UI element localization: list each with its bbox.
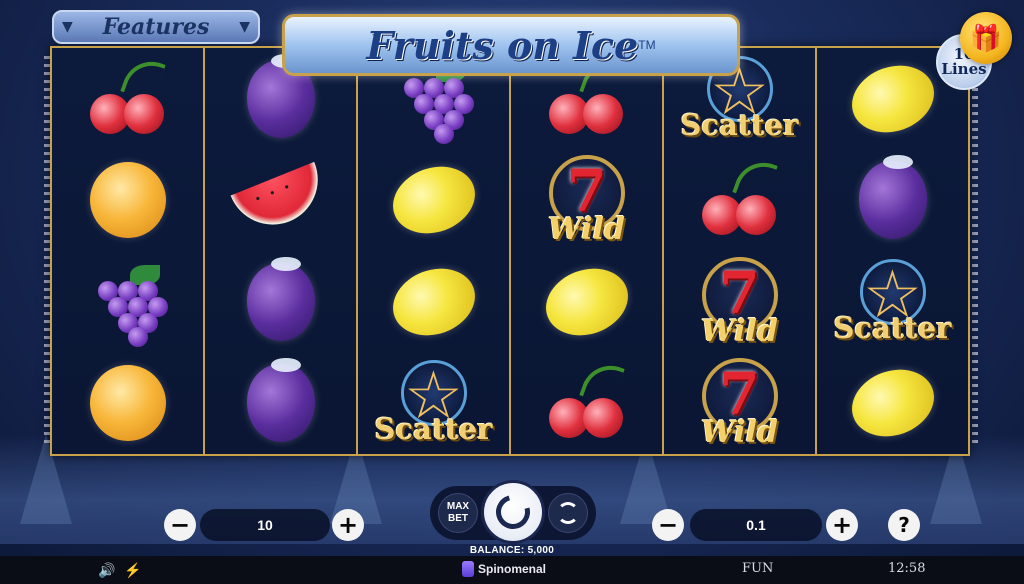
reel-cell [205,150,356,252]
help-button[interactable]: ? [888,509,920,541]
seven-wild-symbol: 7 Wild [701,358,778,451]
game-title: Fruits on Ice [366,22,639,68]
reel-cell: 7 Wild [664,251,815,353]
max-bet-label-line2: BET [447,513,468,524]
spin-button[interactable] [481,480,545,544]
play-mode: FUN [742,561,774,576]
game-title-banner: Fruits on Ice TM [282,14,740,76]
bet-decrease-button[interactable]: − [652,509,684,541]
lemon-symbol [383,155,484,245]
grapes-symbol [80,259,176,347]
watermelon-symbol [230,157,331,243]
reel-cell: 7 Wild [511,150,662,252]
reel-column: 7 Wild [511,48,664,454]
scatter-symbol: Scatter [834,256,952,347]
max-bet-label-line1: MAX [446,501,470,512]
reel-cell [817,150,968,252]
reel-cell: Scatter [817,251,968,353]
triangle-down-icon: ▼ [62,19,73,35]
reel-cell [52,353,203,455]
triangle-down-icon: ▼ [239,19,250,35]
reel-cell [52,48,203,150]
autoplay-icon [557,502,579,524]
features-button[interactable]: ▼ Features ▼ [52,10,260,44]
reel-cell: 7 Wild [664,353,815,455]
reel-cell [52,251,203,353]
features-label: Features [102,14,210,40]
reel-cell [205,251,356,353]
plum-symbol [233,256,329,345]
seven-wild-symbol: 7 Wild [548,155,625,248]
reel-cell [817,353,968,455]
reel-column: Scatter [358,48,511,454]
cherries-symbol [80,53,176,142]
reel-cell [358,150,509,252]
reel-column: Scatter [817,48,968,454]
status-bar: 🔊 ⚡ Spinomenal FUN 12:58 [0,556,1024,584]
lemon-symbol [842,54,943,144]
spin-icon [489,488,537,536]
orange-symbol [80,157,176,243]
spinomenal-logo-icon [462,561,474,577]
scatter-symbol: Scatter [375,357,493,448]
lemon-symbol [383,257,484,347]
sound-icon[interactable]: 🔊 [98,562,116,578]
reel-cell [52,150,203,252]
reel-edge-right [972,56,978,446]
lemon-symbol [536,257,637,347]
reel-cell [511,353,662,455]
autoplay-button[interactable] [548,493,588,533]
lines-decrease-button[interactable]: − [164,509,196,541]
reels-grid: Scatter7WildScatter7Wild7WildScatter [50,46,970,456]
lines-value: 10 [200,509,330,541]
reel-column [52,48,205,454]
brand-name: Spinomenal [478,562,547,576]
lemon-symbol [842,358,943,448]
lines-label: Lines [941,60,987,78]
reel-cell: Scatter [358,353,509,455]
turbo-icon[interactable]: ⚡ [124,562,142,578]
cherries-symbol [539,357,635,446]
reel-cell [358,251,509,353]
lines-increase-button[interactable]: + [332,509,364,541]
gift-icon[interactable]: 🎁 [960,12,1012,64]
bet-increase-button[interactable]: + [826,509,858,541]
bet-value: 0.1 [690,509,822,541]
reel-cell [664,150,815,252]
plum-symbol [233,358,329,446]
plum-symbol [845,155,941,243]
orange-symbol [80,360,176,446]
reel-column [205,48,358,454]
reel-column: Scatter7Wild7Wild [664,48,817,454]
max-bet-button[interactable]: MAX BET [438,493,478,533]
trademark-mark: TM [638,38,656,52]
balance-display: BALANCE: 5,000 [469,545,555,556]
seven-wild-symbol: 7 Wild [701,256,778,349]
brand-logo: Spinomenal [462,561,546,577]
reel-cell [205,353,356,455]
reel-cell [511,251,662,353]
cherries-symbol [692,154,788,243]
clock: 12:58 [888,561,926,576]
